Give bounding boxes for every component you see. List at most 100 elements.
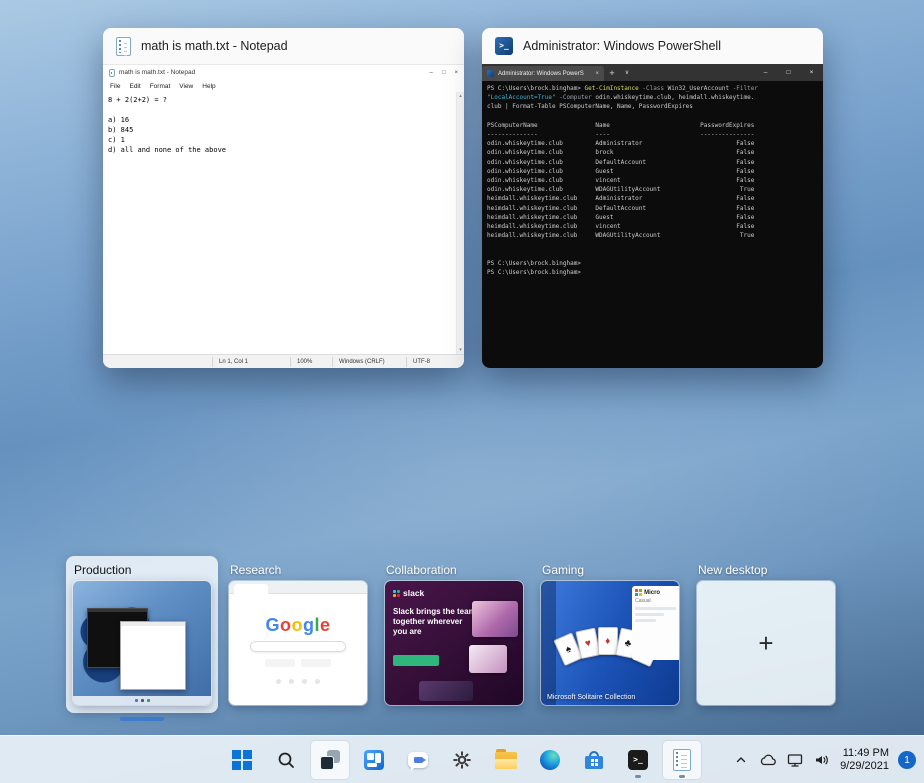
terminal-line — [487, 112, 818, 121]
mini-notepad-window — [120, 621, 186, 690]
terminal-titlebar: Administrator: Windows PowerS × + ∨ – □ … — [482, 64, 823, 81]
store-icon — [585, 751, 603, 769]
notepad-menu-view[interactable]: View — [179, 83, 193, 90]
slack-logo-icon — [393, 590, 400, 597]
notepad-window-preview[interactable]: math is math.txt - Notepad – □ × FileEdi… — [103, 64, 464, 368]
tray-chevron-up-button[interactable] — [732, 751, 750, 769]
window-thumb-powershell[interactable]: >_ Administrator: Windows PowerShell Adm… — [482, 28, 823, 368]
task-view-button[interactable] — [310, 740, 350, 780]
task-view-screen: math is math.txt - Notepad math is math.… — [0, 0, 924, 783]
widgets-button[interactable] — [354, 740, 394, 780]
new-desktop-button[interactable]: + — [697, 581, 835, 705]
active-desktop-indicator — [120, 717, 164, 721]
tab-close-icon: × — [595, 71, 599, 77]
desktop-label: Collaboration — [385, 561, 523, 581]
chat-icon — [408, 752, 428, 768]
terminal-line: PS C:\Users\brock.bingham> Get-CimInstan… — [487, 84, 818, 93]
status-zoom-level: 100% — [290, 357, 332, 367]
playing-card: ♦ — [598, 627, 618, 655]
terminal-line: club | Format-Table PSComputerName, Name… — [487, 102, 818, 111]
taskbar: >_ — [0, 735, 924, 783]
terminal-line: PS C:\Users\brock.bingham> — [487, 259, 818, 268]
desktop-card-research[interactable]: Research Google — [222, 556, 374, 713]
desktop-thumbnail-collaboration[interactable]: slack Slack brings the team together whe… — [385, 581, 523, 705]
window-thumb-header-notepad[interactable]: math is math.txt - Notepad — [103, 28, 464, 64]
terminal-line: odin.whiskeytime.club brock False — [487, 148, 818, 157]
desktop-card-collaboration[interactable]: Collaboration slack Slack brings the tea… — [378, 556, 530, 713]
status-line-ending: Windows (CRLF) — [332, 357, 406, 367]
start-button[interactable] — [222, 740, 262, 780]
system-tray: 11:49 PM 9/29/2021 1 — [732, 736, 916, 783]
notepad-text-line — [108, 105, 451, 115]
store-button[interactable] — [574, 740, 614, 780]
terminal-line: heimdall.whiskeytime.club Guest False — [487, 213, 818, 222]
notepad-icon — [109, 69, 115, 77]
running-indicator — [635, 775, 641, 778]
scroll-up-icon: ▴ — [459, 93, 462, 99]
slack-headline: Slack brings the team together wherever … — [393, 607, 479, 637]
volume-button[interactable] — [813, 751, 831, 769]
window-thumb-header-powershell[interactable]: >_ Administrator: Windows PowerShell — [482, 28, 823, 64]
mini-browser-bar — [229, 581, 367, 594]
desktop-thumbnail-production[interactable] — [73, 581, 211, 705]
terminal-line: PSComputerName Name PasswordExpires — [487, 121, 818, 130]
photo-tile — [469, 645, 507, 673]
notepad-text-line: b) 845 — [108, 125, 451, 135]
notepad-button[interactable] — [662, 740, 702, 780]
terminal-line: odin.whiskeytime.club Administrator Fals… — [487, 139, 818, 148]
desktop-label: New desktop — [697, 561, 835, 581]
terminal-tab: Administrator: Windows PowerS × — [482, 66, 604, 81]
onedrive-button[interactable] — [759, 751, 777, 769]
gear-icon — [452, 750, 472, 770]
plus-icon: + — [758, 628, 773, 659]
mini-taskbar — [73, 696, 211, 705]
notification-badge[interactable]: 1 — [898, 751, 916, 769]
notepad-menubar: File Edit Format View Help — [103, 80, 464, 92]
terminal-button[interactable]: >_ — [618, 740, 658, 780]
clock-time: 11:49 PM — [840, 747, 889, 761]
settings-button[interactable] — [442, 740, 482, 780]
notepad-menu-file[interactable]: File — [110, 83, 120, 90]
desktop-card-gaming[interactable]: Gaming ♠♥♦♣♥ Micro Casual Microsoft Soli… — [534, 556, 686, 713]
window-thumb-notepad[interactable]: math is math.txt - Notepad math is math.… — [103, 28, 464, 368]
google-logo: Google — [229, 615, 367, 636]
minimize-icon: – — [430, 70, 433, 76]
edge-button[interactable] — [530, 740, 570, 780]
powershell-window-preview[interactable]: Administrator: Windows PowerS × + ∨ – □ … — [482, 64, 823, 368]
network-icon — [787, 753, 803, 768]
taskbar-clock[interactable]: 11:49 PM 9/29/2021 — [840, 747, 889, 774]
desktop-thumbnail-gaming[interactable]: ♠♥♦♣♥ Micro Casual Microsoft Solitaire C… — [541, 581, 679, 705]
desktop-label: Production — [73, 561, 211, 581]
search-button[interactable] — [266, 740, 306, 780]
status-cursor-position: Ln 1, Col 1 — [212, 357, 290, 367]
desktop-card-production[interactable]: Production — [66, 556, 218, 713]
maximize-icon: □ — [777, 64, 800, 81]
notepad-menu-help[interactable]: Help — [202, 83, 215, 90]
chat-button[interactable] — [398, 740, 438, 780]
desktops-strip: Production Research Google — [66, 556, 842, 713]
photo-tile — [472, 601, 518, 637]
close-icon: × — [454, 70, 458, 76]
desktop-card-new[interactable]: New desktop + — [690, 556, 842, 713]
terminal-line: odin.whiskeytime.club vincent False — [487, 176, 818, 185]
network-button[interactable] — [786, 751, 804, 769]
photo-tile — [419, 681, 473, 701]
slack-brand: slack — [393, 588, 424, 598]
terminal-line: heimdall.whiskeytime.club DefaultAccount… — [487, 204, 818, 213]
window-thumb-title: Administrator: Windows PowerShell — [523, 39, 721, 53]
chevron-down-icon: ∨ — [620, 64, 634, 81]
scroll-down-icon: ▾ — [459, 347, 462, 353]
terminal-line: heimdall.whiskeytime.club vincent False — [487, 222, 818, 231]
desktop-label: Gaming — [541, 561, 679, 581]
terminal-line: heimdall.whiskeytime.club WDAGUtilityAcc… — [487, 231, 818, 240]
notepad-statusbar: Ln 1, Col 1 100% Windows (CRLF) UTF-8 — [103, 354, 464, 368]
cloud-icon — [759, 754, 777, 767]
clock-date: 9/29/2021 — [840, 760, 889, 774]
task-view-icon — [320, 750, 340, 770]
file-explorer-button[interactable] — [486, 740, 526, 780]
notepad-menu-format[interactable]: Format — [150, 83, 171, 90]
notepad-menu-edit[interactable]: Edit — [129, 83, 140, 90]
running-indicator — [679, 775, 685, 778]
desktop-thumbnail-research[interactable]: Google — [229, 581, 367, 705]
terminal-line: "LocalAccount=True" -Computer odin.whisk… — [487, 93, 818, 102]
